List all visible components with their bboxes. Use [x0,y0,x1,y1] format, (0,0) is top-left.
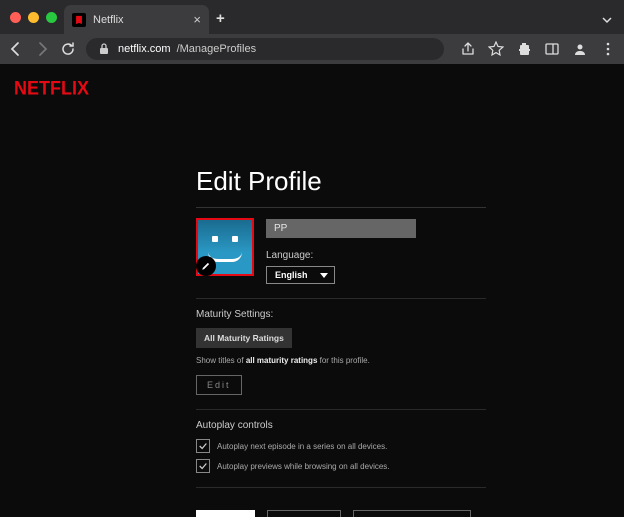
url-domain: netflix.com [118,43,171,55]
url-path: /ManageProfiles [177,43,257,55]
language-select[interactable]: English [266,266,335,284]
maturity-section: Maturity Settings: All Maturity Ratings … [196,298,486,395]
avatar-edit-button[interactable] [196,218,254,276]
edit-profile-form: Edit Profile Language: English [196,166,486,517]
tab-favicon [72,13,86,27]
profile-top-row: Language: English [196,218,486,284]
new-tab-button[interactable]: + [216,10,225,27]
browser-tab[interactable]: Netflix × [64,5,209,34]
maturity-title: Maturity Settings: [196,309,486,320]
close-window-button[interactable] [10,12,21,23]
maturity-note: Show titles of all maturity ratings for … [196,356,486,365]
minimize-window-button[interactable] [28,12,39,23]
url-bar: netflix.com/ManageProfiles [0,34,624,64]
panel-icon[interactable] [544,41,560,57]
window-titlebar: Netflix × + [0,0,624,34]
autoplay-next-label: Autoplay next episode in a series on all… [217,442,387,451]
traffic-lights [10,12,57,23]
tab-title: Netflix [93,14,186,26]
bookmark-icon[interactable] [488,41,504,57]
profile-icon[interactable] [572,41,588,57]
menu-icon[interactable] [600,41,616,57]
divider [196,207,486,208]
netflix-logo[interactable]: NETFLIX [14,77,89,100]
share-icon[interactable] [460,41,476,57]
page-title: Edit Profile [196,166,486,197]
divider [196,487,486,488]
maturity-badge: All Maturity Ratings [196,328,292,348]
maximize-window-button[interactable] [46,12,57,23]
lock-icon [96,41,112,57]
autoplay-title: Autoplay controls [196,420,486,431]
autoplay-next-checkbox[interactable] [196,439,210,453]
tab-close-icon[interactable]: × [193,12,201,27]
button-row: Save Cancel Delete Profile [196,510,486,517]
maturity-edit-button[interactable]: Edit [196,375,242,395]
save-button[interactable]: Save [196,510,255,517]
back-button[interactable] [8,41,24,57]
divider [196,409,486,410]
language-label: Language: [266,250,486,261]
reload-button[interactable] [60,41,76,57]
delete-profile-button[interactable]: Delete Profile [353,510,471,517]
autoplay-preview-row: Autoplay previews while browsing on all … [196,459,486,473]
caret-down-icon [320,273,328,278]
extensions-icon[interactable] [516,41,532,57]
autoplay-preview-label: Autoplay previews while browsing on all … [217,462,390,471]
page-body: NETFLIX Edit Profile Language: English [0,64,624,517]
profile-name-input[interactable] [266,219,416,238]
forward-button[interactable] [34,41,50,57]
language-value: English [275,270,308,280]
profile-fields: Language: English [266,218,486,284]
autoplay-section: Autoplay controls Autoplay next episode … [196,409,486,473]
tabs-overflow-icon[interactable] [602,12,612,22]
cancel-button[interactable]: Cancel [267,510,340,517]
autoplay-preview-checkbox[interactable] [196,459,210,473]
autoplay-next-row: Autoplay next episode in a series on all… [196,439,486,453]
toolbar-right [460,41,616,57]
pencil-icon [196,256,216,276]
divider [196,298,486,299]
address-bar[interactable]: netflix.com/ManageProfiles [86,38,444,60]
